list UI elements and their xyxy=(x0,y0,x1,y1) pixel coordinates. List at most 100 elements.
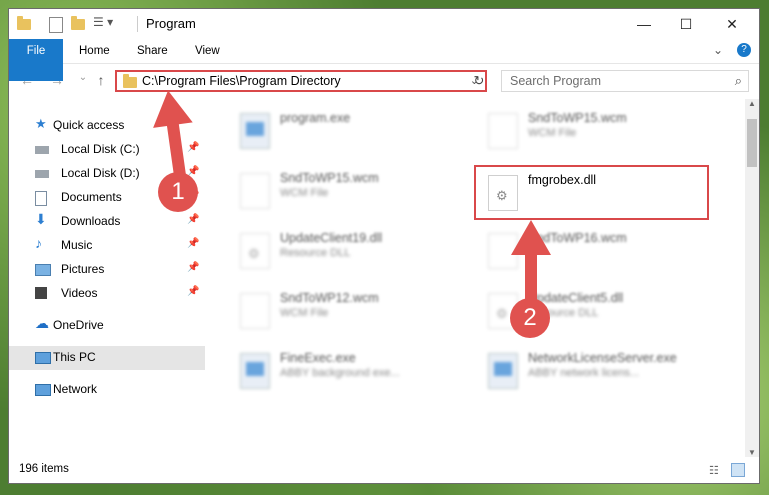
file-name: NetworkLicenseServer.exe xyxy=(528,351,677,365)
file-item[interactable]: SndToWP15.wcm WCM File xyxy=(230,169,460,211)
pictures-icon xyxy=(35,264,51,276)
scroll-down-icon[interactable]: ▼ xyxy=(748,448,756,457)
tab-view[interactable]: View xyxy=(181,39,234,63)
file-name: program.exe xyxy=(280,111,351,125)
nav-label: Music xyxy=(61,238,93,252)
properties-icon[interactable] xyxy=(49,15,63,33)
file-icon xyxy=(240,293,270,329)
new-folder-icon[interactable] xyxy=(71,15,85,33)
videos-icon xyxy=(35,287,47,299)
nav-label: Pictures xyxy=(61,262,105,276)
nav-label: Documents xyxy=(61,190,122,204)
target-file-highlight xyxy=(474,165,709,220)
file-item[interactable]: UpdateClient19.dll Resource DLL xyxy=(230,229,460,271)
computer-icon xyxy=(35,352,51,364)
file-icon xyxy=(240,173,270,209)
file-item[interactable]: SndToWP12.wcm WCM File xyxy=(230,289,460,331)
exe-file-icon xyxy=(240,353,270,389)
nav-label: This PC xyxy=(53,350,96,364)
address-folder-icon xyxy=(123,74,137,88)
nav-label: Quick access xyxy=(53,118,125,132)
nav-pictures[interactable]: Pictures 📌 xyxy=(9,258,205,282)
address-bar[interactable]: C:\Program Files\Program Directory ⌄ xyxy=(115,70,487,92)
expand-ribbon-icon[interactable]: ⌄ xyxy=(713,43,723,57)
nav-label: Videos xyxy=(61,286,98,300)
file-item[interactable]: NetworkLicenseServer.exe ABBY network li… xyxy=(478,349,708,391)
maximize-button[interactable]: ☐ xyxy=(663,9,709,39)
title-separator xyxy=(137,16,138,32)
search-icon: ⌕ xyxy=(734,73,742,88)
nav-label: Local Disk (D:) xyxy=(61,166,140,180)
file-item[interactable]: program.exe xyxy=(230,109,460,151)
refresh-icon[interactable]: ↻ xyxy=(469,71,489,91)
file-item[interactable]: FineExec.exe ABBY background exe... xyxy=(230,349,460,391)
exe-file-icon xyxy=(488,353,518,389)
nav-this-pc[interactable]: This PC xyxy=(9,346,205,370)
folder-icon xyxy=(17,15,31,33)
recent-locations-icon[interactable]: ⌄ xyxy=(73,72,93,90)
up-button[interactable]: ↑ xyxy=(91,72,111,90)
file-description: WCM File xyxy=(280,307,329,319)
drive-icon xyxy=(35,146,49,154)
cloud-icon: ☁ xyxy=(35,315,49,331)
nav-videos[interactable]: Videos 📌 xyxy=(9,282,205,306)
file-list: program.exe SndToWP15.wcm WCM File Updat… xyxy=(214,99,742,455)
step-badge-2: 2 xyxy=(510,298,550,338)
vertical-scrollbar[interactable]: ▲ ▼ xyxy=(745,99,759,457)
file-description: Resource DLL xyxy=(280,247,351,259)
exe-file-icon xyxy=(240,113,270,149)
file-name: FineExec.exe xyxy=(280,351,356,365)
large-icons-view-icon[interactable] xyxy=(731,463,745,477)
nav-music[interactable]: ♪ Music 📌 xyxy=(9,234,205,258)
forward-button[interactable]: → xyxy=(47,72,67,90)
search-input[interactable]: Search Program ⌕ xyxy=(501,70,749,92)
network-icon xyxy=(35,384,51,396)
scroll-up-icon[interactable]: ▲ xyxy=(748,99,756,108)
address-path[interactable]: C:\Program Files\Program Directory xyxy=(142,74,341,88)
file-explorer-window: ☰ ▾ Program — ☐ ✕ File Home Share View ⌄… xyxy=(8,8,760,484)
nav-network[interactable]: Network xyxy=(9,378,205,402)
file-description: WCM File xyxy=(528,127,577,139)
status-bar: 196 items ☷ xyxy=(9,459,759,483)
scrollbar-thumb[interactable] xyxy=(747,119,757,167)
search-placeholder: Search Program xyxy=(510,74,602,88)
file-icon xyxy=(488,113,518,149)
ribbon-tabs: File Home Share View ⌄ ? xyxy=(9,39,759,81)
nav-downloads[interactable]: ⬇ Downloads 📌 xyxy=(9,210,205,234)
help-icon[interactable]: ? xyxy=(737,43,751,57)
back-button[interactable]: ← xyxy=(17,72,37,90)
nav-label: Downloads xyxy=(61,214,121,228)
close-button[interactable]: ✕ xyxy=(709,9,755,39)
file-name: UpdateClient19.dll xyxy=(280,231,383,245)
file-description: ABBY background exe... xyxy=(280,367,400,379)
title-bar: ☰ ▾ Program — ☐ ✕ xyxy=(9,9,759,39)
step-badge-1: 1 xyxy=(158,172,198,212)
dll-file-icon xyxy=(240,233,270,269)
documents-icon xyxy=(35,191,47,206)
details-view-icon[interactable]: ☷ xyxy=(709,464,719,477)
tab-home[interactable]: Home xyxy=(65,39,124,63)
pin-icon[interactable]: 📌 xyxy=(187,262,199,273)
minimize-button[interactable]: — xyxy=(621,9,667,39)
nav-label: OneDrive xyxy=(53,318,104,332)
file-name: SndToWP15.wcm xyxy=(280,171,379,185)
file-name: SndToWP12.wcm xyxy=(280,291,379,305)
tab-share[interactable]: Share xyxy=(123,39,182,63)
window-title: Program xyxy=(146,16,196,31)
music-note-icon: ♪ xyxy=(35,235,42,251)
pin-icon[interactable]: 📌 xyxy=(187,238,199,249)
star-icon: ★ xyxy=(35,116,47,131)
pin-icon[interactable]: 📌 xyxy=(187,286,199,297)
file-name: SndToWP15.wcm xyxy=(528,111,627,125)
address-row: ← → ⌄ ↑ C:\Program Files\Program Directo… xyxy=(9,64,759,98)
download-arrow-icon: ⬇ xyxy=(35,211,47,227)
drive-icon xyxy=(35,170,49,178)
file-item[interactable]: SndToWP15.wcm WCM File xyxy=(478,109,708,151)
nav-onedrive[interactable]: ☁ OneDrive xyxy=(9,314,205,338)
file-description: WCM File xyxy=(280,187,329,199)
item-count: 196 items xyxy=(19,463,69,475)
pin-icon[interactable]: 📌 xyxy=(187,214,199,225)
nav-label: Network xyxy=(53,382,98,396)
customize-quick-access-icon[interactable]: ☰ ▾ xyxy=(93,15,123,33)
file-description: ABBY network licens... xyxy=(528,367,640,379)
